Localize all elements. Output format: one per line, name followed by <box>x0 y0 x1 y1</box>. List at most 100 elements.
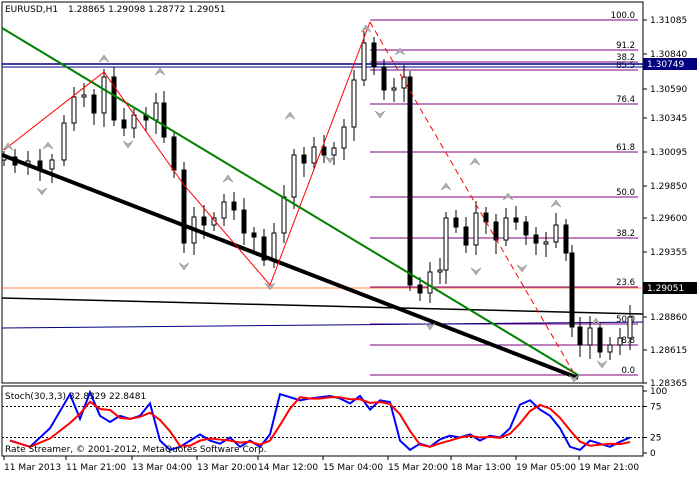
time-tick-label: 19 Mar 05:00 <box>516 463 576 473</box>
stoch-signal-line <box>9 396 631 448</box>
candle-body <box>121 119 127 129</box>
price-tick-label: 1.28860 <box>650 313 687 323</box>
fib-level-label: 50.0 <box>616 188 635 198</box>
candle-body <box>61 122 67 161</box>
fractal-up-arrow-icon <box>394 47 406 56</box>
fib-level-label: 85.5 <box>616 61 635 71</box>
candle-body <box>153 102 159 121</box>
fractal-up-arrow-icon <box>154 67 166 76</box>
candle-body <box>493 221 499 241</box>
fractal-down-arrow-icon <box>36 187 48 196</box>
time-tick-label: 13 Mar 04:00 <box>132 463 192 473</box>
candle-body <box>523 221 529 236</box>
time-tick-label: 11 Mar 2013 <box>4 463 61 473</box>
candle-body <box>49 159 55 170</box>
candle-body <box>381 66 387 91</box>
candle-body <box>427 271 433 294</box>
fractal-up-arrow-icon <box>42 141 54 150</box>
candle-body <box>587 327 593 346</box>
candle-body <box>101 76 107 114</box>
candle-body <box>351 79 357 128</box>
candle-body <box>453 217 459 228</box>
fractal-up-arrow-icon <box>284 111 296 120</box>
fractal-arrows <box>2 24 608 383</box>
time-axis: 11 Mar 2013 11 Mar 21:00 13 Mar 04:00 13 Ma… <box>3 456 639 473</box>
time-tick-label: 13 Mar 20:00 <box>197 463 257 473</box>
fractal-up-arrow-icon <box>98 54 110 63</box>
fractal-up-arrow-icon <box>550 199 562 208</box>
indicator-label: Stoch(30,3,3) 32.8329 22.8481 <box>5 392 146 402</box>
fractal-up-arrow-icon <box>360 24 372 33</box>
candle-body <box>533 234 539 244</box>
candle-body <box>617 337 623 346</box>
candle-body <box>597 327 603 353</box>
current-price-text: 1.29051 <box>647 284 684 294</box>
level-price-label: 1.30749 <box>643 58 697 70</box>
candle-body <box>291 154 297 198</box>
candle-body <box>407 76 413 286</box>
copyright-text: Rate Streamer, © 2001-2012, MetaQuotes S… <box>5 445 267 455</box>
candle-body <box>251 232 257 238</box>
price-tick-label: 1.30095 <box>650 148 687 158</box>
price-tick-label: 1.29850 <box>650 182 687 192</box>
price-tick-label: 1.29355 <box>650 248 687 258</box>
candle-body <box>553 224 559 243</box>
fib-level-label: 91.2 <box>616 41 635 51</box>
candle-body <box>181 169 187 244</box>
time-tick-label: 11 Mar 21:00 <box>66 463 126 473</box>
candle-body <box>91 94 97 114</box>
candle-body <box>321 146 327 156</box>
fractal-down-arrow-icon <box>596 360 608 369</box>
candle-body <box>201 216 207 226</box>
fractal-down-arrow-icon <box>374 110 386 119</box>
candle-body <box>513 217 519 223</box>
stoch-tick-label: 0 <box>650 449 656 459</box>
candle-body <box>271 232 277 261</box>
fractal-up-arrow-icon <box>469 157 481 166</box>
eurusd-chart[interactable]: 100.091.238.285.576.461.850.038.223.650.… <box>0 0 700 500</box>
fractal-down-arrow-icon <box>516 264 528 273</box>
fractal-down-arrow-icon <box>470 267 482 276</box>
candle-body <box>443 217 449 271</box>
candle-body <box>417 284 423 294</box>
fib-level-label: 38.2 <box>616 229 635 239</box>
time-tick-label: 15 Mar 20:00 <box>388 463 448 473</box>
price-tick-label: 1.30590 <box>650 85 687 95</box>
candle-body <box>627 316 633 339</box>
time-tick-label: 14 Mar 12:00 <box>258 463 318 473</box>
fib-level-label: 76.4 <box>616 95 635 105</box>
candle-body <box>241 209 247 234</box>
candle-body <box>437 269 443 273</box>
channel-line <box>1 297 644 315</box>
candle-body <box>311 146 317 164</box>
stoch-tick-label: 100 <box>650 387 667 397</box>
trend-lines <box>1 21 579 380</box>
green-trend-line <box>1 27 579 376</box>
candle-body <box>391 87 397 91</box>
candle-body <box>341 126 347 149</box>
price-tick-label: 1.30345 <box>650 114 687 124</box>
level-price-text: 1.30749 <box>647 60 684 70</box>
fib-level-label: 23.6 <box>616 278 635 288</box>
candle-body <box>473 212 479 246</box>
candle-body <box>171 136 177 171</box>
fractal-up-arrow-icon <box>440 182 452 191</box>
stoch-tick-label: 25 <box>650 434 661 444</box>
price-tick-label: 1.31085 <box>650 16 687 26</box>
candle-body <box>331 147 337 156</box>
price-axis: 1.310851.308401.305901.303451.300951.298… <box>643 16 687 389</box>
candle-body <box>71 96 77 124</box>
candle-body <box>81 94 87 98</box>
time-tick-label: 18 Mar 13:00 <box>451 463 511 473</box>
candle-body <box>221 201 227 219</box>
stoch-tick-label: 75 <box>650 403 661 413</box>
price-tick-label: 1.29600 <box>650 214 687 224</box>
candle-body <box>281 196 287 234</box>
fib-level-label: 61.8 <box>616 143 635 153</box>
fractal-up-arrow-icon <box>222 174 234 183</box>
fib-level-label: 0.0 <box>621 366 635 376</box>
candle-body <box>563 224 569 254</box>
time-tick-label: 19 Mar 21:00 <box>579 463 639 473</box>
candle-body <box>301 154 307 164</box>
candle-body <box>577 326 583 346</box>
